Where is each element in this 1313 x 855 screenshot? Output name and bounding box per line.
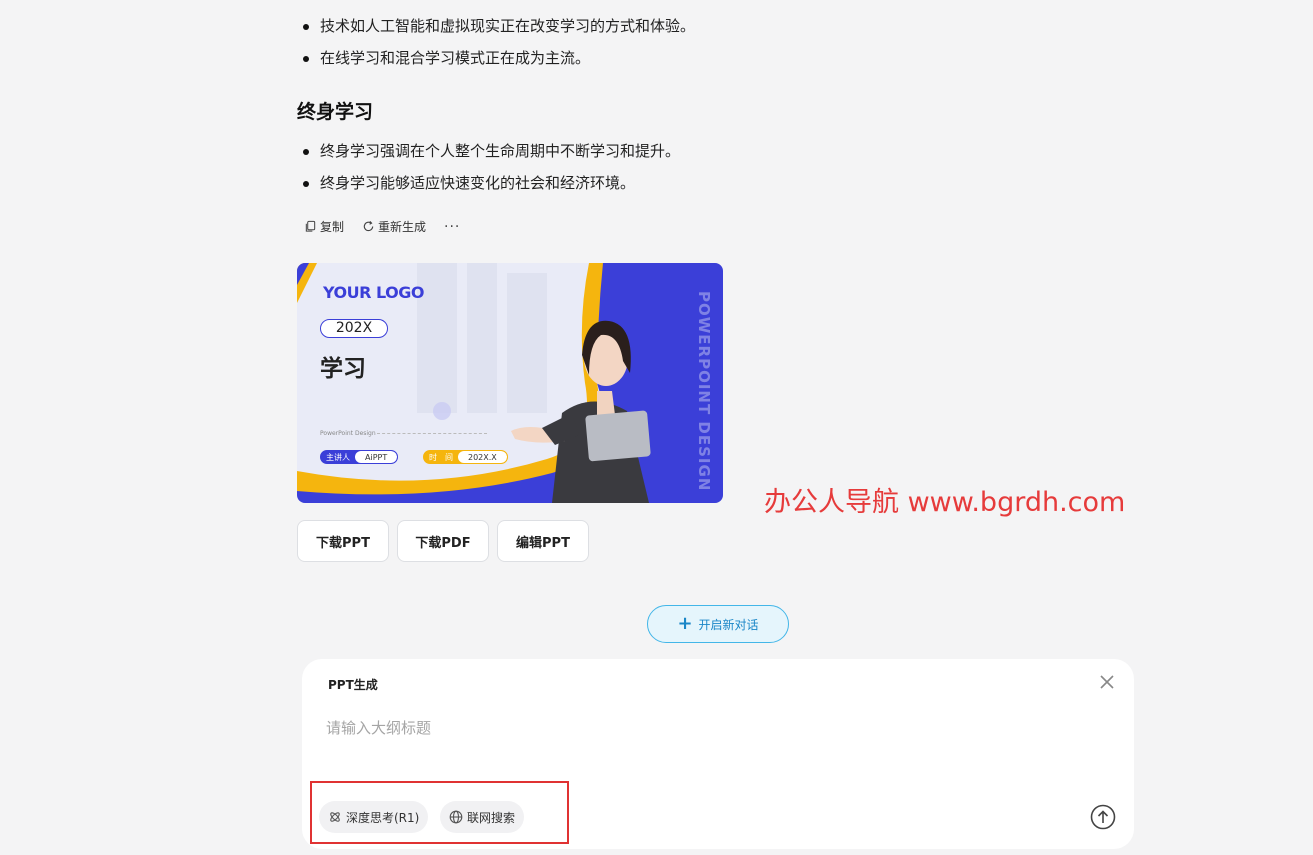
plus-icon: + [677,613,693,634]
annotation-highlight-box [310,781,569,844]
speaker-key: 主讲人 [326,453,350,462]
slide-speaker-pill: 主讲人 AiPPT [320,450,399,464]
copy-button[interactable]: 复制 [304,218,344,235]
slide-divider [377,433,487,434]
outline-title-input[interactable] [326,715,1026,741]
send-arrow-icon[interactable] [1089,803,1117,831]
time-value: 202X.X [458,451,507,463]
slide-year-badge: 202X [320,319,388,338]
more-options-button[interactable]: ··· [444,219,460,235]
list-item: 在线学习和混合学习模式正在成为主流。 [298,48,695,80]
copy-label: 复制 [320,220,345,234]
list-item: 终身学习强调在个人整个生命周期中不断学习和提升。 [298,141,680,173]
edit-ppt-button[interactable]: 编辑PPT [497,520,589,562]
time-key: 时 间 [429,453,453,462]
copy-icon [305,220,316,232]
list-item: 终身学习能够适应快速变化的社会和经济环境。 [298,173,680,205]
regenerate-label: 重新生成 [378,220,427,234]
download-pdf-button[interactable]: 下载PDF [397,520,489,562]
new-chat-button[interactable]: + 开启新对话 [647,605,789,643]
slide-time-pill: 时 间 202X.X [423,450,508,464]
speaker-value: AiPPT [355,451,398,463]
new-chat-label: 开启新对话 [698,617,759,632]
slide-title: 学习 [320,356,366,382]
refresh-icon [363,221,374,232]
watermark-text: 办公人导航 www.bgrdh.com [764,487,1126,518]
slide-vertical-text: POWERPOINT DESIGN [695,291,713,492]
close-icon[interactable] [1098,673,1116,691]
regenerate-button[interactable]: 重新生成 [362,218,426,235]
download-ppt-button[interactable]: 下载PPT [297,520,389,562]
bullet-list-trends: 技术如人工智能和虚拟现实正在改变学习的方式和体验。 在线学习和混合学习模式正在成… [298,16,695,80]
section-heading: 终身学习 [297,101,374,123]
ppt-preview-thumbnail[interactable]: YOUR LOGO 202X 学习 PowerPoint Design 主讲人 … [297,263,723,503]
slide-logo: YOUR LOGO [323,283,424,302]
message-actions: 复制 重新生成 ··· [304,218,460,235]
slide-subtitle: PowerPoint Design [320,430,376,437]
list-item: 技术如人工智能和虚拟现实正在改变学习的方式和体验。 [298,16,695,48]
composer-mode-tag: PPT生成 [328,678,378,692]
bullet-list-lifelong-learning: 终身学习强调在个人整个生命周期中不断学习和提升。 终身学习能够适应快速变化的社会… [298,141,680,205]
